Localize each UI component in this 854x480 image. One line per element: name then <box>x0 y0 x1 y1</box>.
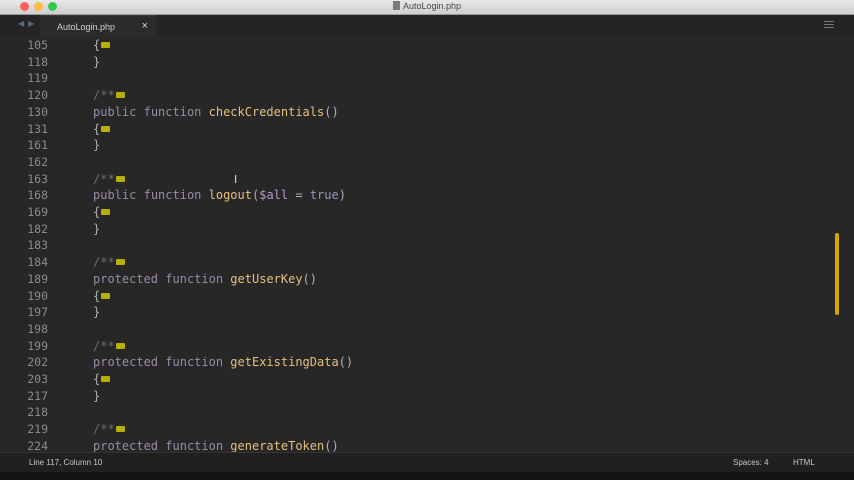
line-number: 218 <box>27 405 48 420</box>
code-line[interactable]: 169 { <box>0 204 820 220</box>
code-text: protected function getUserKey() <box>93 271 317 286</box>
fold-marker-icon[interactable] <box>101 376 111 382</box>
line-number: 217 <box>27 388 48 403</box>
code-line[interactable]: 105 { <box>0 37 820 53</box>
line-number: 118 <box>27 54 48 69</box>
code-line[interactable]: 190 { <box>0 288 820 304</box>
code-text: } <box>93 305 101 320</box>
tab-close-icon[interactable]: × <box>142 20 148 32</box>
dock-strip <box>0 472 854 480</box>
text-cursor-icon: I <box>234 173 238 186</box>
line-number: 219 <box>27 422 48 437</box>
line-number: 162 <box>27 154 48 169</box>
code-line[interactable]: 218 <box>0 404 820 420</box>
code-line[interactable]: 198 <box>0 321 820 337</box>
fold-marker-icon[interactable] <box>101 125 111 132</box>
tab-bar: ◀▶ AutoLogin.php × <box>0 15 854 38</box>
code-text: public function checkCredentials() <box>93 104 339 119</box>
code-text: { <box>93 288 111 304</box>
line-number: 184 <box>27 255 48 270</box>
code-text: } <box>93 138 101 153</box>
line-number: 130 <box>27 104 48 119</box>
code-line[interactable]: 202 protected function getExistingData() <box>0 354 820 370</box>
line-number: 182 <box>27 221 48 236</box>
code-text: /** <box>93 171 125 187</box>
code-text: /** <box>93 254 125 270</box>
indentation-setting[interactable]: Spaces: 4 <box>733 458 769 467</box>
fold-marker-icon[interactable] <box>115 259 125 266</box>
line-number: 202 <box>27 355 48 370</box>
code-line[interactable]: 217} <box>0 388 820 404</box>
code-text: { <box>93 37 111 53</box>
code-text: { <box>93 204 111 220</box>
code-line[interactable]: 199 /** <box>0 338 820 354</box>
tab-overflow-menu-icon[interactable] <box>824 21 834 30</box>
tab-autologin[interactable]: AutoLogin.php × <box>40 15 156 38</box>
line-number: 198 <box>27 321 48 336</box>
code-text: } <box>93 54 101 69</box>
code-text: /** <box>93 338 125 354</box>
line-number: 119 <box>27 71 48 86</box>
code-text: protected function getExistingData() <box>93 355 354 370</box>
fold-marker-icon[interactable] <box>101 292 111 299</box>
code-line[interactable]: 189 protected function getUserKey() <box>0 271 820 287</box>
code-line[interactable]: 197} <box>0 304 820 320</box>
code-line[interactable]: 130 public function checkCredentials() <box>0 104 820 120</box>
code-text: } <box>93 388 101 403</box>
line-number: 199 <box>27 338 48 353</box>
fold-marker-icon[interactable] <box>115 175 125 182</box>
scrollbar-thumb[interactable] <box>835 233 839 315</box>
fold-marker-icon[interactable] <box>115 92 125 99</box>
line-number: 105 <box>27 38 48 52</box>
code-text: /** <box>93 421 125 437</box>
line-number: 190 <box>27 288 48 303</box>
fold-marker-icon[interactable] <box>115 426 125 433</box>
line-number: 189 <box>27 271 48 286</box>
line-number: 163 <box>27 171 48 186</box>
vertical-scrollbar[interactable] <box>834 37 840 452</box>
code-line[interactable]: 119 <box>0 70 820 86</box>
line-number: 131 <box>27 121 48 136</box>
tab-label: AutoLogin.php <box>57 22 116 32</box>
line-number: 197 <box>27 305 48 320</box>
code-text: } <box>93 221 101 236</box>
code-text: /** <box>93 87 125 103</box>
syntax-mode[interactable]: HTML <box>793 458 815 467</box>
code-line[interactable]: 131 { <box>0 121 820 137</box>
code-line[interactable]: 182} <box>0 221 820 237</box>
window-title-text: AutoLogin.php <box>402 1 462 11</box>
code-line[interactable]: 118} <box>0 54 820 70</box>
code-line[interactable]: 203 { <box>0 371 820 387</box>
line-number: 120 <box>27 88 48 103</box>
code-line[interactable]: 168 public function logout($all = true) <box>0 187 820 203</box>
line-number: 203 <box>27 372 48 386</box>
window-title: AutoLogin.php <box>0 1 854 11</box>
window-titlebar: AutoLogin.php <box>0 0 854 15</box>
code-editor[interactable]: 105{118} 119 120/** 130 public function chec… <box>0 37 854 453</box>
tab-nav-arrows-icon[interactable]: ◀▶ <box>18 19 38 28</box>
code-line[interactable]: 120 /** <box>0 87 820 103</box>
code-line[interactable]: 219 /** <box>0 421 820 437</box>
code-line[interactable]: 161} <box>0 137 820 153</box>
line-number: 161 <box>27 138 48 153</box>
fold-marker-icon[interactable] <box>101 209 111 215</box>
code-line[interactable]: 162 <box>0 154 820 170</box>
fold-marker-icon[interactable] <box>101 42 111 48</box>
document-icon <box>392 1 400 10</box>
code-text: { <box>93 121 111 137</box>
status-bar: Line 117, Column 10 Spaces: 4 HTML <box>0 452 854 473</box>
code-text: public function logout($all = true) <box>93 188 346 203</box>
code-line[interactable]: 183 <box>0 237 820 253</box>
line-number: 183 <box>27 238 48 253</box>
code-line[interactable]: 163 /** <box>0 171 820 187</box>
line-number: 169 <box>27 205 48 219</box>
line-number: 168 <box>27 188 48 203</box>
fold-marker-icon[interactable] <box>115 342 125 349</box>
code-text: { <box>93 371 111 387</box>
cursor-position[interactable]: Line 117, Column 10 <box>29 458 102 467</box>
code-line[interactable]: 184 /** <box>0 254 820 270</box>
